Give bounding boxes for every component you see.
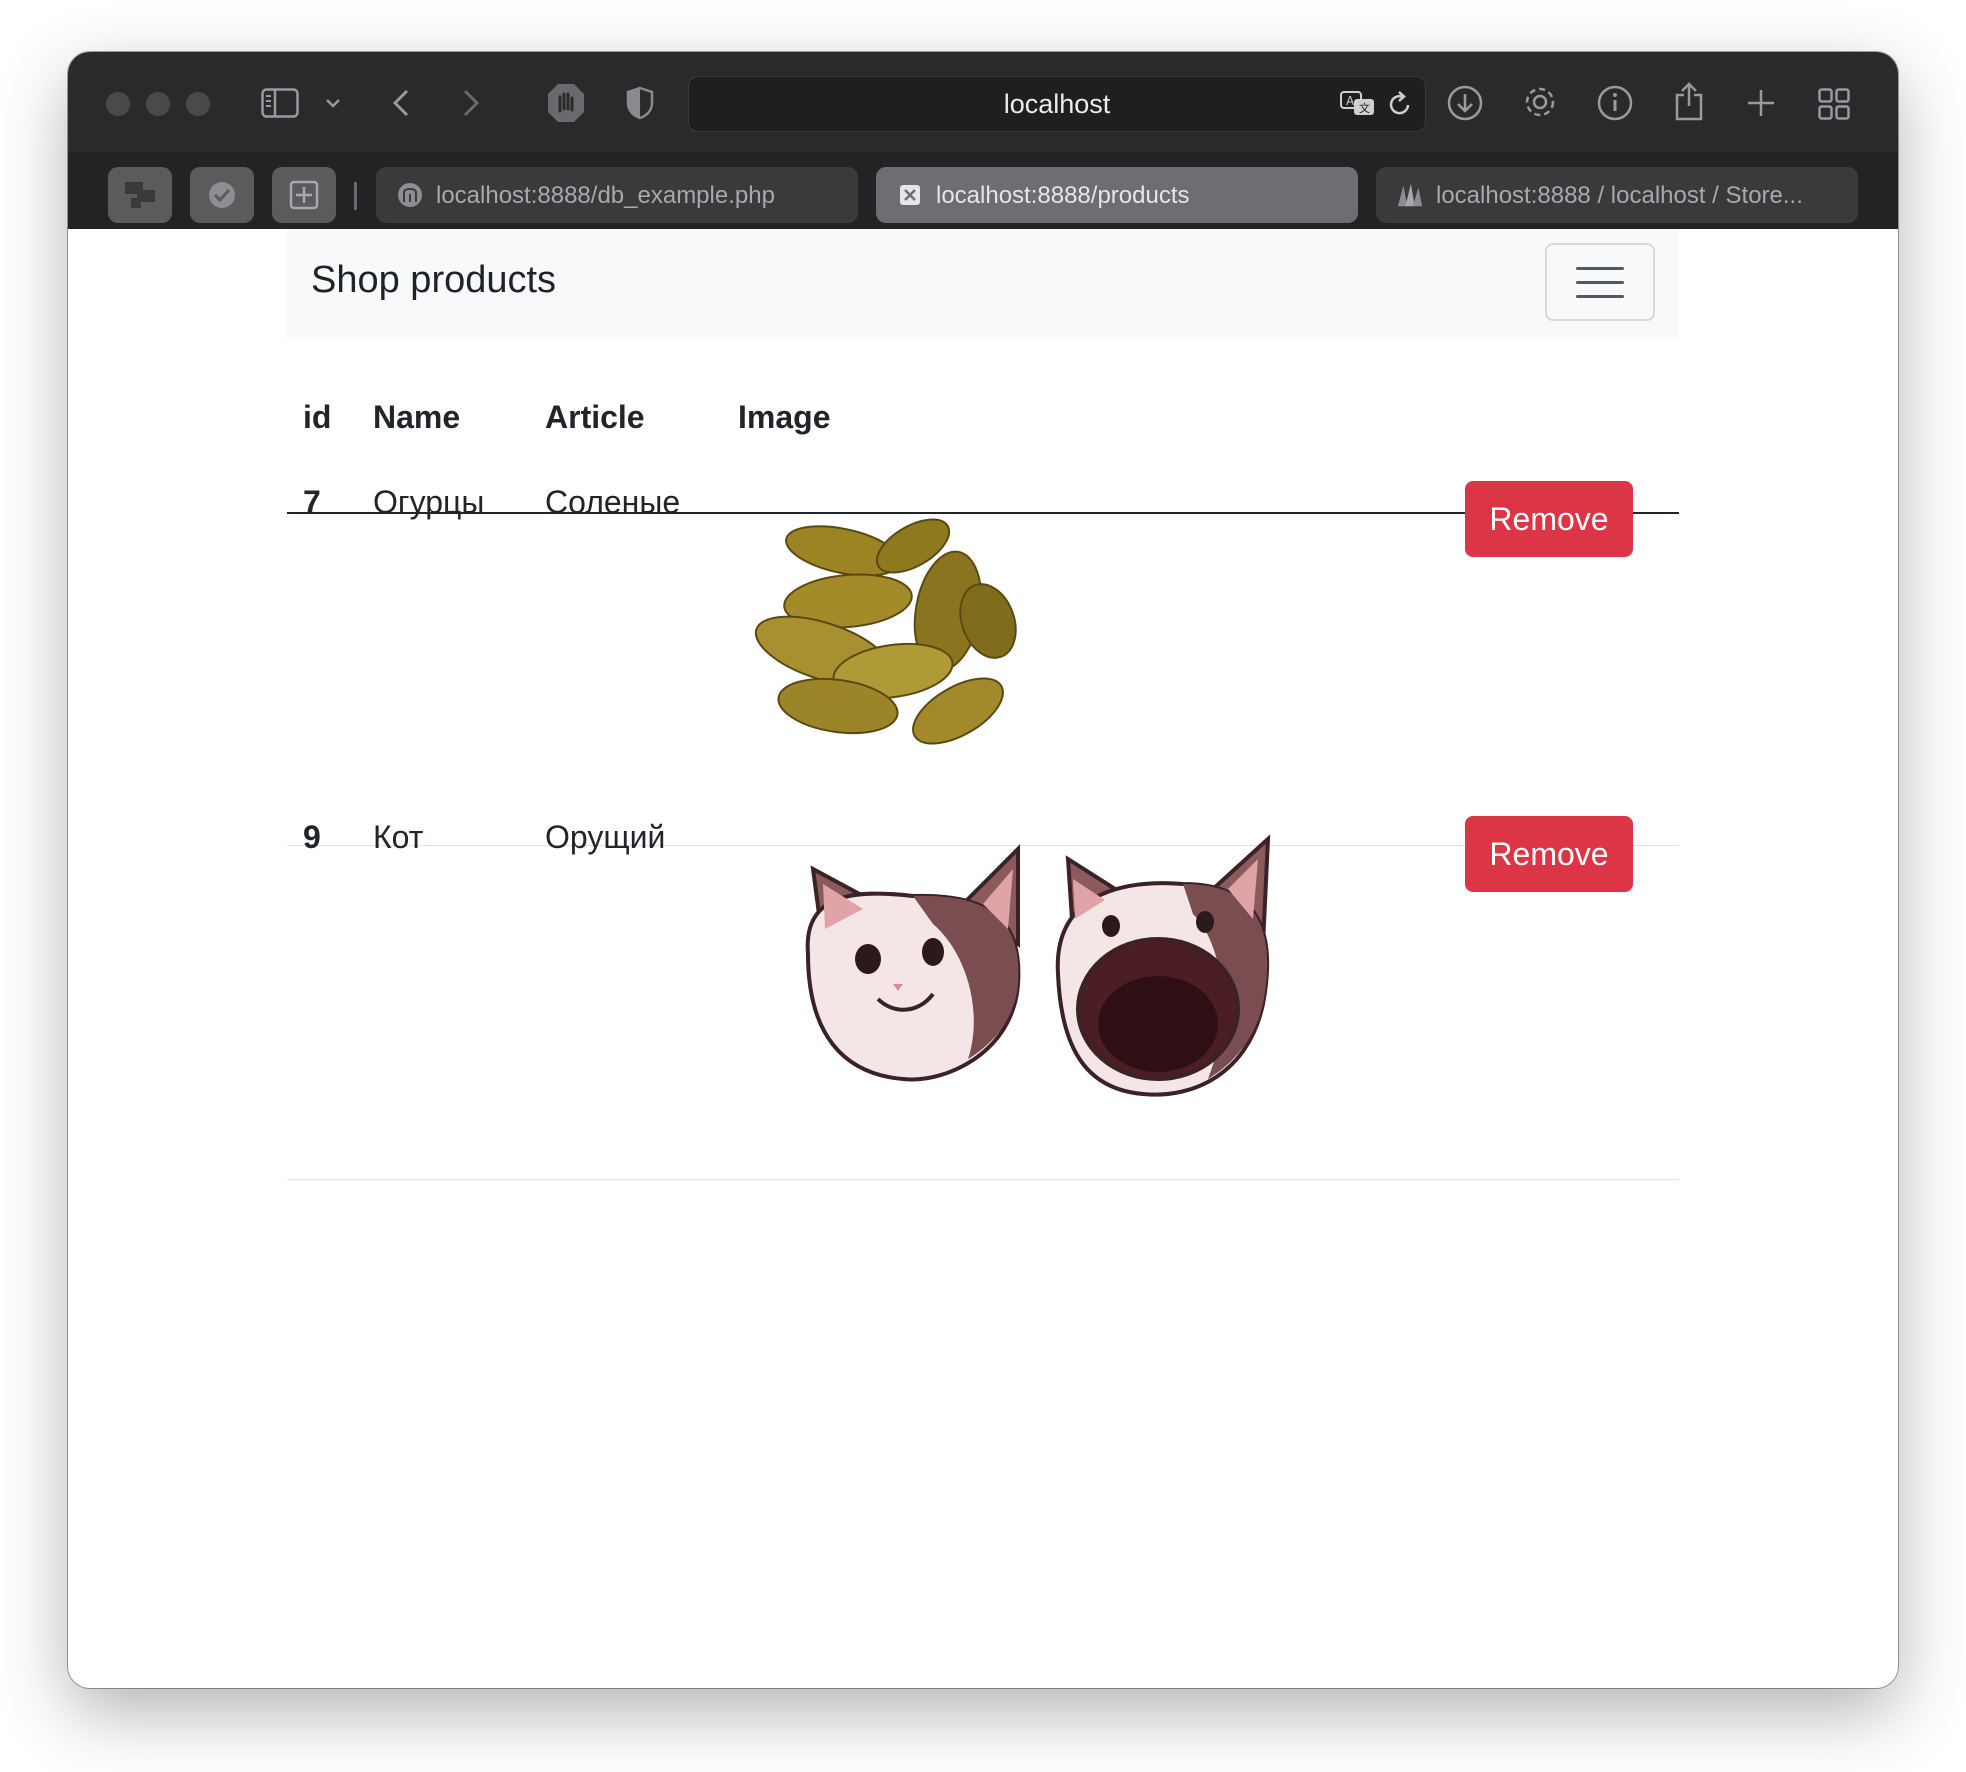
downloads-icon[interactable]	[1446, 84, 1484, 122]
share-icon[interactable]	[1672, 80, 1706, 122]
browser-toolbar: localhost A文	[68, 52, 1898, 152]
svg-text:A: A	[1346, 94, 1355, 108]
row-divider	[287, 1179, 1679, 1180]
header-image: Image	[738, 399, 831, 435]
cell-name: Огурцы	[373, 484, 485, 520]
sidebar-icon[interactable]	[260, 86, 300, 120]
elephant-icon	[396, 181, 424, 209]
extension-button-1[interactable]	[108, 167, 172, 223]
back-icon[interactable]	[386, 84, 416, 122]
cell-article: Орущий	[545, 819, 666, 855]
cell-id: 7	[303, 484, 321, 520]
adblock-hand-icon[interactable]	[546, 82, 586, 124]
navbar-brand[interactable]: Shop products	[311, 259, 556, 302]
extension-button-3[interactable]	[272, 167, 336, 223]
header-article: Article	[545, 399, 645, 435]
browser-chrome: localhost A文 localhost:8888/db_example.p…	[68, 52, 1898, 229]
translate-icon[interactable]: A文	[1339, 89, 1377, 119]
navbar: Shop products	[287, 229, 1679, 339]
header-name: Name	[373, 399, 461, 435]
browser-window: localhost A文 localhost:8888/db_example.p…	[68, 52, 1898, 1688]
close-window-button[interactable]	[106, 92, 130, 116]
tab-label: localhost:8888 / localhost / Store...	[1436, 182, 1803, 209]
page-content: Shop products id Name Article Image 7 Ог…	[68, 229, 1898, 1688]
tab-phpmyadmin[interactable]: localhost:8888 / localhost / Store...	[1376, 167, 1858, 223]
cell-article: Соленые	[545, 484, 681, 520]
cell-name: Кот	[373, 819, 424, 855]
pop-cat-image	[793, 834, 1293, 1099]
header-id: id	[303, 399, 332, 435]
address-host: localhost	[1003, 89, 1111, 119]
cell-id: 9	[303, 819, 321, 855]
hamburger-icon-bar	[1576, 280, 1624, 284]
tab-label: localhost:8888/db_example.php	[436, 182, 775, 209]
remove-button[interactable]: Remove	[1465, 816, 1633, 892]
chevron-down-icon[interactable]	[322, 92, 344, 114]
tab-divider	[354, 182, 357, 210]
close-tab-icon[interactable]	[896, 181, 924, 209]
info-icon[interactable]	[1596, 84, 1634, 122]
tab-products[interactable]: localhost:8888/products	[876, 167, 1358, 223]
privacy-shield-icon[interactable]	[624, 84, 656, 122]
gear-icon[interactable]	[1520, 82, 1560, 122]
hamburger-icon-bar	[1576, 294, 1624, 298]
extension-button-2[interactable]	[190, 167, 254, 223]
address-bar[interactable]: localhost A文	[688, 76, 1426, 132]
svg-text:文: 文	[1359, 101, 1370, 115]
hamburger-icon-bar	[1576, 266, 1624, 270]
remove-button[interactable]: Remove	[1465, 481, 1633, 557]
pickles-image	[743, 501, 1043, 751]
tab-bar: localhost:8888/db_example.php localhost:…	[68, 152, 1898, 229]
forward-icon[interactable]	[456, 84, 486, 122]
zoom-window-button[interactable]	[186, 92, 210, 116]
tab-label: localhost:8888/products	[936, 182, 1190, 209]
new-tab-icon[interactable]	[1744, 86, 1778, 120]
reload-icon[interactable]	[1385, 89, 1415, 119]
navbar-toggler-button[interactable]	[1545, 243, 1655, 321]
tab-overview-icon[interactable]	[1816, 86, 1852, 122]
tab-db-example[interactable]: localhost:8888/db_example.php	[376, 167, 858, 223]
minimize-window-button[interactable]	[146, 92, 170, 116]
phpmyadmin-icon	[1396, 181, 1424, 209]
